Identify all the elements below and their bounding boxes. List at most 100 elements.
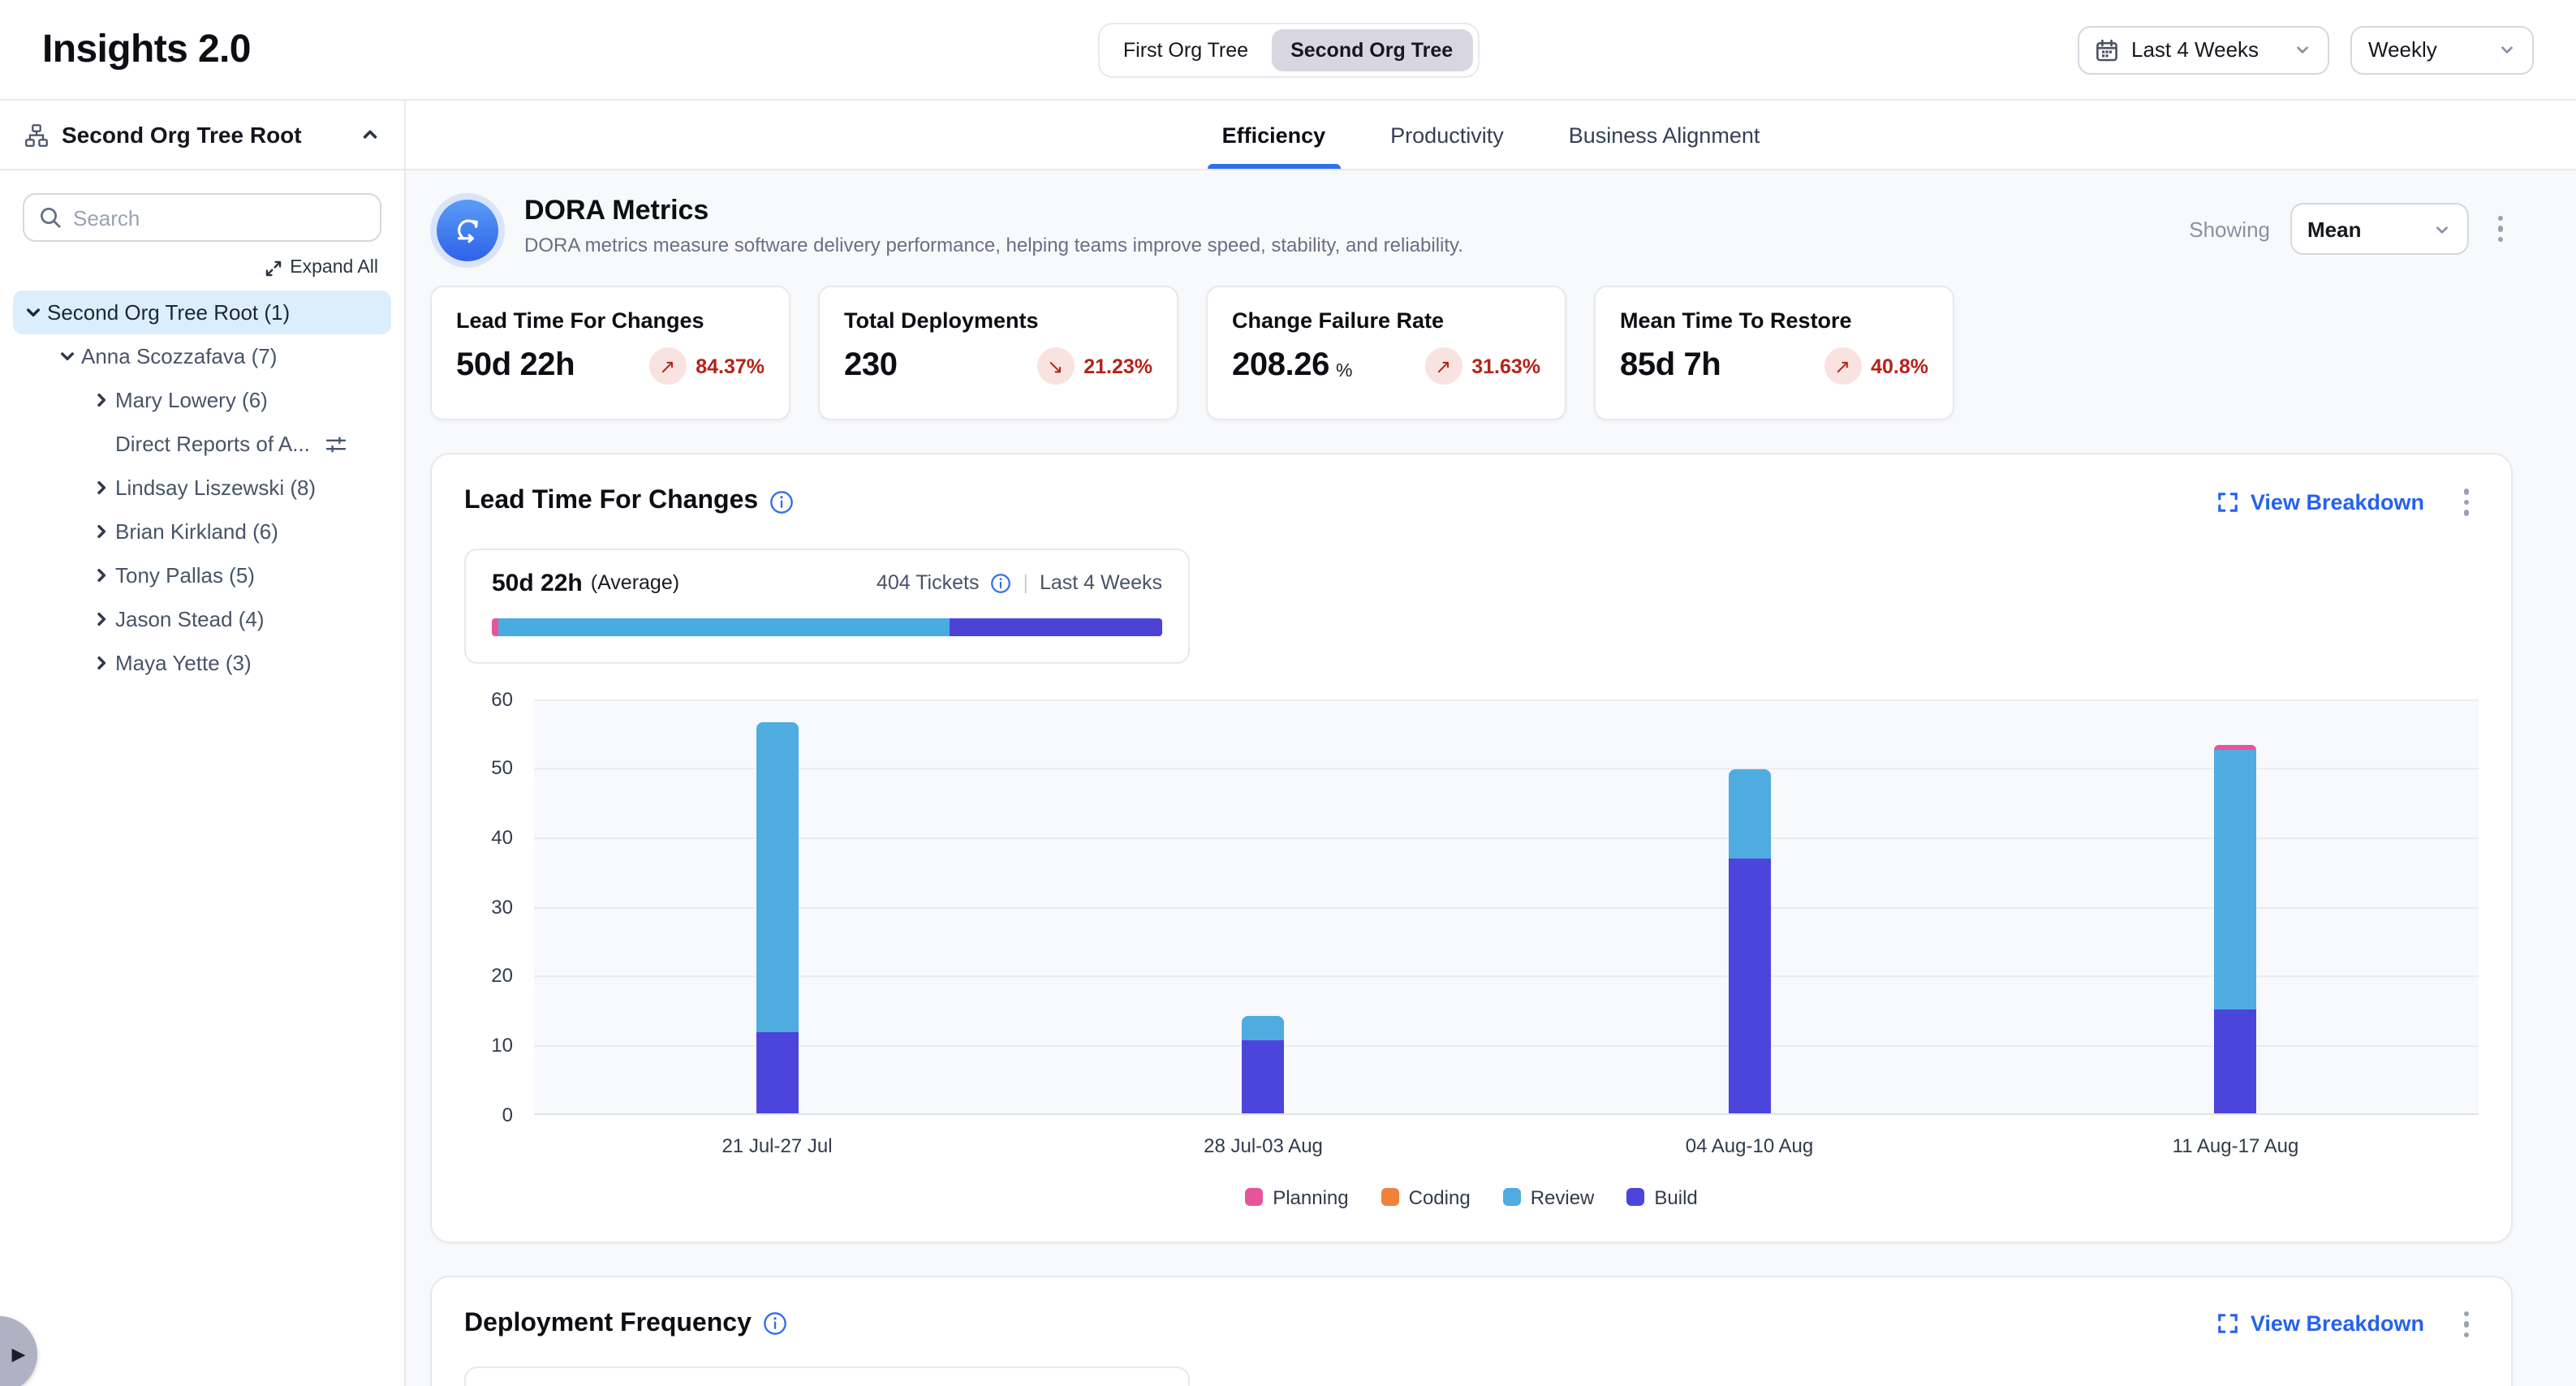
dora-cycle-icon (437, 200, 498, 261)
kebab-menu-icon[interactable] (2453, 1304, 2479, 1344)
search-icon (39, 206, 62, 229)
top-header: Insights 2.0 First Org Tree Second Org T… (0, 0, 2576, 101)
tree-item-5[interactable]: Brian Kirkland (6) (13, 510, 391, 553)
kebab-menu-icon[interactable] (2453, 482, 2479, 522)
expand-all-label: Expand All (290, 258, 378, 278)
chevron-right-icon[interactable] (88, 566, 115, 585)
tree-item-label: Mary Lowery (6) (115, 388, 271, 412)
sidebar-root-title: Second Org Tree Root (62, 122, 347, 148)
metric-card-title: Total Deployments (844, 308, 1152, 333)
tree-item-3[interactable]: Direct Reports of A... (13, 422, 391, 466)
info-icon[interactable] (769, 490, 794, 514)
tree-item-label: Tony Pallas (5) (115, 563, 258, 588)
summary-value: 50d 22h (492, 569, 583, 596)
tree-item-7[interactable]: Jason Stead (4) (13, 597, 391, 641)
legend-item-build[interactable]: Build (1626, 1186, 1697, 1208)
metric-trend-value: 31.63% (1471, 355, 1540, 377)
gridline (534, 837, 2479, 839)
chevron-right-icon[interactable] (88, 522, 115, 541)
info-icon[interactable] (990, 572, 1011, 593)
tree-item-label: Anna Scozzafava (7) (81, 344, 280, 368)
sidebar-collapse-handle[interactable]: ▶ (0, 1316, 37, 1386)
gridline (534, 1045, 2479, 1047)
showing-label: Showing (2189, 217, 2270, 241)
bar-segment-build (756, 1031, 799, 1113)
gridline (534, 768, 2479, 769)
expand-corners-icon (2218, 492, 2239, 513)
summary-qualifier: (Average) (591, 571, 679, 594)
view-breakdown-label: View Breakdown (2251, 490, 2424, 514)
metric-trend-value: 40.8% (1871, 355, 1928, 377)
metric-card-value-row: 85d 7h↗40.8% (1620, 347, 1928, 385)
toggle-second-org-tree[interactable]: Second Org Tree (1271, 28, 1472, 71)
chevron-down-icon[interactable] (54, 346, 81, 366)
legend-item-review[interactable]: Review (1503, 1186, 1595, 1208)
metric-card-value: 208.26 (1232, 347, 1329, 385)
date-range-value: Last 4 Weeks (2131, 37, 2259, 62)
tab-business-alignment[interactable]: Business Alignment (1564, 101, 1765, 169)
tree-item-6[interactable]: Tony Pallas (5) (13, 553, 391, 597)
legend-item-coding[interactable]: Coding (1381, 1186, 1471, 1208)
aggregation-select[interactable]: Mean (2290, 203, 2468, 255)
bar-segment-review (1243, 1016, 1285, 1040)
chevron-right-icon[interactable] (88, 609, 115, 629)
chevron-down-icon[interactable] (19, 303, 47, 322)
tree-item-8[interactable]: Maya Yette (3) (13, 641, 391, 685)
deployment-summary-card (464, 1367, 1190, 1386)
expand-corners-icon (2218, 1314, 2239, 1335)
y-tick-label: 10 (491, 1034, 513, 1057)
stacked-bar-3[interactable] (2215, 744, 2257, 1113)
bar-segment-build (1729, 859, 1771, 1113)
metric-trend-badge: ↗84.37% (648, 347, 765, 385)
tree-item-4[interactable]: Lindsay Liszewski (8) (13, 466, 391, 510)
filters-icon[interactable] (325, 433, 347, 455)
legend-swatch (1503, 1188, 1521, 1206)
search-input[interactable] (73, 205, 365, 230)
date-range-select[interactable]: Last 4 Weeks (2078, 25, 2329, 74)
y-tick-label: 0 (502, 1103, 513, 1126)
stacked-bar-0[interactable] (756, 723, 799, 1113)
x-tick-label: 21 Jul-27 Jul (722, 1134, 832, 1156)
stacked-bar-1[interactable] (1243, 1016, 1285, 1113)
dora-metrics-header: DORA Metrics DORA metrics measure softwa… (430, 195, 2513, 261)
legend-label: Planning (1273, 1186, 1348, 1208)
metric-card-value: 50d 22h (456, 347, 575, 385)
tab-productivity[interactable]: Productivity (1385, 101, 1509, 169)
trend-down-arrow-icon: ↘ (1036, 347, 1074, 385)
legend-swatch (1245, 1188, 1263, 1206)
efficiency-content: DORA Metrics DORA metrics measure softwa… (406, 170, 2576, 1386)
phase-distribution-bar (492, 618, 1162, 635)
info-icon[interactable] (763, 1312, 787, 1336)
aggregation-value: Mean (2307, 217, 2361, 241)
chevron-right-icon[interactable] (88, 653, 115, 673)
kebab-menu-icon[interactable] (2488, 209, 2513, 249)
y-tick-label: 30 (491, 895, 513, 918)
stacked-bar-2[interactable] (1729, 769, 1771, 1113)
tab-efficiency[interactable]: Efficiency (1217, 101, 1331, 169)
dora-title: DORA Metrics (524, 195, 1463, 227)
granularity-select[interactable]: Weekly (2350, 25, 2534, 74)
chevron-right-icon[interactable] (88, 390, 115, 410)
y-tick-label: 60 (491, 687, 513, 710)
tickets-count: 404 Tickets (877, 571, 979, 594)
view-breakdown-button[interactable]: View Breakdown (2218, 490, 2424, 514)
legend-item-planning[interactable]: Planning (1245, 1186, 1348, 1208)
expand-all-icon (264, 259, 282, 277)
chevron-up-icon[interactable] (360, 125, 380, 144)
tree-item-0[interactable]: Second Org Tree Root (1) (13, 291, 391, 334)
view-breakdown-button[interactable]: View Breakdown (2218, 1312, 2424, 1336)
triangle-right-icon: ▶ (12, 1344, 26, 1365)
deployment-frequency-section: Deployment Frequency View Breakdown (430, 1275, 2513, 1386)
metric-card-1: Total Deployments230↘21.23% (818, 286, 1178, 420)
dora-controls: Showing Mean (2189, 195, 2513, 255)
expand-all-button[interactable]: Expand All (26, 258, 378, 278)
bar-segment-review (2215, 749, 2257, 1009)
tree-item-1[interactable]: Anna Scozzafava (7) (13, 334, 391, 378)
tree-item-2[interactable]: Mary Lowery (6) (13, 378, 391, 422)
metric-card-value: 230 (844, 347, 898, 385)
dora-subtitle: DORA metrics measure software delivery p… (524, 234, 1463, 256)
calendar-icon (2096, 38, 2118, 61)
lead-time-title: Lead Time For Changes (464, 488, 758, 517)
chevron-right-icon[interactable] (88, 478, 115, 497)
toggle-first-org-tree[interactable]: First Org Tree (1104, 28, 1268, 71)
